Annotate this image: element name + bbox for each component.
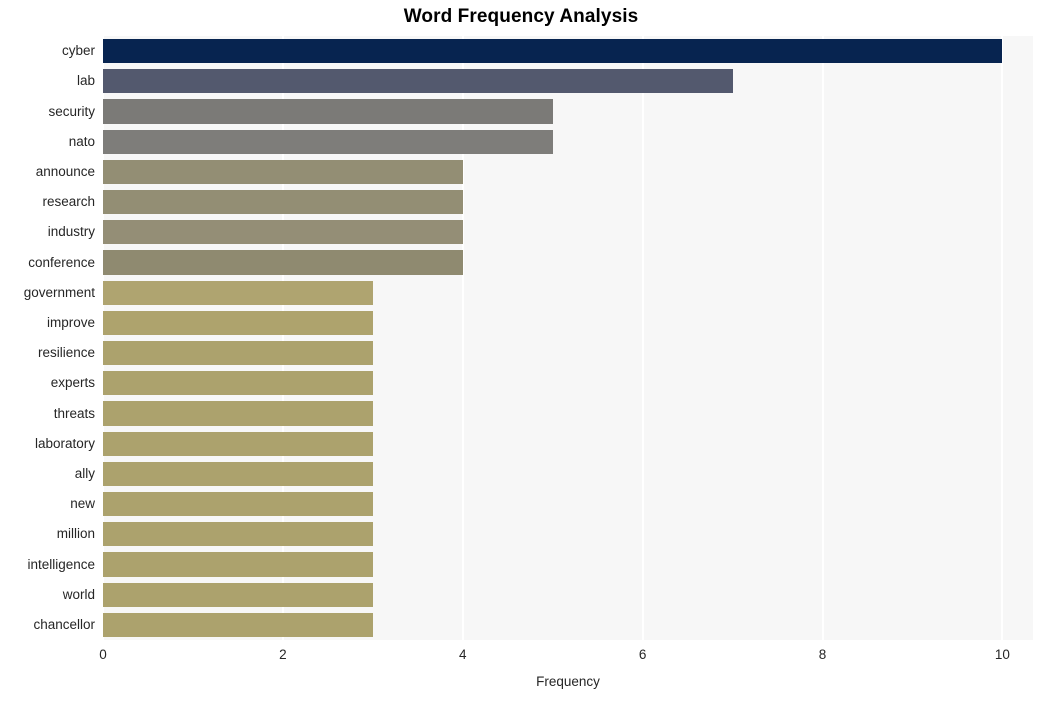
bar-row[interactable]	[103, 220, 1033, 245]
y-tick-laboratory: laboratory	[34, 435, 95, 451]
bar-row[interactable]	[103, 341, 1033, 366]
bar-row[interactable]	[103, 310, 1033, 335]
chart-title: Word Frequency Analysis	[403, 6, 639, 27]
x-axis-tick-labels: 0 2 4 6 8 10	[99, 647, 1033, 668]
y-tick-resilience: resilience	[37, 345, 95, 361]
x-axis-label: Frequency	[536, 674, 600, 689]
bar-row[interactable]	[103, 612, 1033, 637]
bar-laboratory[interactable]	[103, 431, 373, 456]
y-tick-chancellor: chancellor	[33, 616, 95, 632]
y-tick-lab: lab	[76, 73, 95, 89]
bar-announce[interactable]	[103, 159, 463, 184]
bar-cyber[interactable]	[103, 39, 1003, 64]
bar-row[interactable]	[103, 99, 1033, 124]
bar-research[interactable]	[103, 190, 463, 215]
bar-row[interactable]	[103, 582, 1033, 607]
bar-industry[interactable]	[103, 220, 463, 245]
bar-nato[interactable]	[103, 129, 553, 154]
bar-row[interactable]	[103, 522, 1033, 547]
bar-lab[interactable]	[103, 69, 733, 94]
bar-row[interactable]	[103, 431, 1033, 456]
bar-row[interactable]	[103, 401, 1033, 426]
y-tick-announce: announce	[35, 163, 95, 179]
y-tick-million: million	[56, 526, 95, 542]
plot-area	[102, 36, 1033, 640]
bar-row[interactable]	[103, 371, 1033, 396]
bar-row[interactable]	[103, 552, 1033, 577]
bar-world[interactable]	[103, 582, 373, 607]
bar-chancellor[interactable]	[103, 612, 373, 637]
bar-experts[interactable]	[103, 371, 373, 396]
y-tick-world: world	[62, 586, 95, 602]
bar-intelligence[interactable]	[103, 552, 373, 577]
bar-ally[interactable]	[103, 461, 373, 486]
y-tick-conference: conference	[28, 254, 95, 270]
x-tick-2: 2	[279, 647, 287, 662]
y-tick-threats: threats	[53, 405, 95, 421]
bar-row[interactable]	[103, 190, 1033, 215]
y-tick-cyber: cyber	[61, 43, 95, 59]
bar-row[interactable]	[103, 461, 1033, 486]
bar-government[interactable]	[103, 280, 373, 305]
bar-row[interactable]	[103, 129, 1033, 154]
bar-row[interactable]	[103, 159, 1033, 184]
y-tick-nato: nato	[68, 133, 95, 149]
y-tick-improve: improve	[46, 314, 95, 330]
x-tick-4: 4	[459, 647, 467, 662]
y-tick-security: security	[48, 103, 95, 119]
bar-row[interactable]	[103, 280, 1033, 305]
bar-million[interactable]	[103, 522, 373, 547]
y-tick-government: government	[23, 284, 95, 300]
x-tick-10: 10	[994, 647, 1010, 662]
bar-new[interactable]	[103, 492, 373, 517]
word-frequency-chart: Word Frequency Analysis cyber lab security…	[0, 0, 1042, 701]
y-tick-intelligence: intelligence	[27, 556, 95, 572]
bar-resilience[interactable]	[103, 341, 373, 366]
y-tick-research: research	[42, 194, 95, 210]
y-axis-tick-labels: cyber lab security nato announce research indu…	[0, 36, 95, 640]
bar-conference[interactable]	[103, 250, 463, 275]
bar-row[interactable]	[103, 69, 1033, 94]
x-tick-6: 6	[638, 647, 647, 662]
y-tick-new: new	[70, 496, 95, 512]
x-tick-0: 0	[99, 647, 107, 662]
bar-row[interactable]	[103, 492, 1033, 517]
y-tick-experts: experts	[50, 375, 95, 391]
y-tick-industry: industry	[47, 224, 95, 240]
bar-improve[interactable]	[103, 310, 373, 335]
bars-layer	[103, 36, 1033, 640]
bar-row[interactable]	[103, 39, 1033, 64]
x-tick-8: 8	[818, 647, 827, 662]
bar-security[interactable]	[103, 99, 553, 124]
bar-row[interactable]	[103, 250, 1033, 275]
bar-threats[interactable]	[103, 401, 373, 426]
y-tick-ally: ally	[74, 465, 95, 481]
